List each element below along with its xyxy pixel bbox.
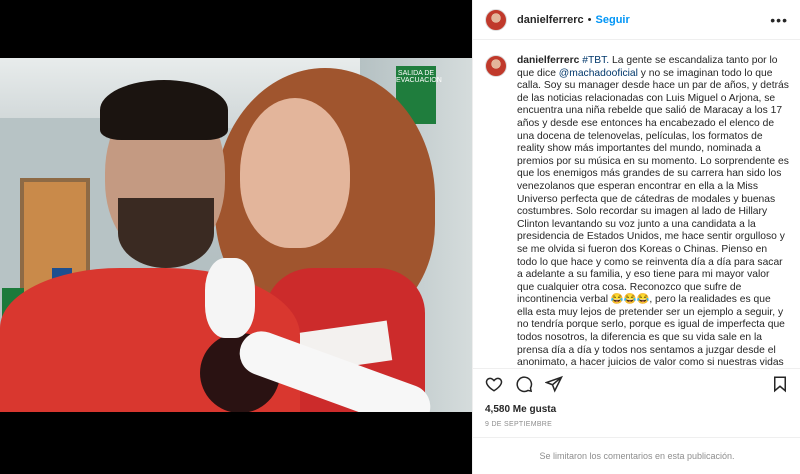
caption-text-part-2: y no se imaginan todo lo que calla. Soy …	[517, 67, 789, 367]
comment-icon[interactable]	[515, 375, 533, 393]
likes-count[interactable]: 4,580 Me gusta	[485, 404, 556, 415]
comments-limited-notice: Se limitaron los comentarios en esta pub…	[473, 437, 800, 474]
exit-sign-text: SALIDA DE EVACUACION	[396, 70, 442, 84]
follow-button[interactable]: Seguir	[596, 14, 630, 26]
comments-area[interactable]: danielferrerc #TBT. La gente se escandal…	[473, 41, 800, 367]
post-date[interactable]: 9 DE SEPTIEMBRE	[485, 421, 552, 428]
caption-text: danielferrerc #TBT. La gente se escandal…	[517, 55, 789, 367]
action-bar	[473, 368, 800, 398]
post-header: danielferrerc • Seguir •••	[473, 0, 800, 40]
glove	[205, 258, 255, 338]
mention-link[interactable]: @machadooficial	[559, 68, 638, 79]
separator-dot: •	[587, 13, 592, 26]
post-sidebar: danielferrerc • Seguir ••• danielferrerc…	[472, 0, 800, 474]
more-options-icon[interactable]: •••	[770, 12, 788, 28]
woman-face	[240, 98, 350, 248]
post-photo[interactable]: SALIDA DE EVACUACION	[0, 58, 472, 412]
username-link[interactable]: danielferrerc	[517, 14, 584, 26]
hashtag-link[interactable]: #TBT.	[582, 55, 609, 66]
man-beard	[118, 198, 214, 268]
man-hair	[100, 80, 228, 140]
caption-username[interactable]: danielferrerc	[517, 55, 579, 66]
avatar[interactable]	[485, 8, 507, 31]
bookmark-icon[interactable]	[771, 375, 789, 393]
post-media-panel: SALIDA DE EVACUACION	[0, 0, 472, 474]
heart-icon[interactable]	[485, 375, 503, 393]
share-icon[interactable]	[545, 375, 563, 393]
caption-avatar[interactable]	[485, 55, 507, 77]
